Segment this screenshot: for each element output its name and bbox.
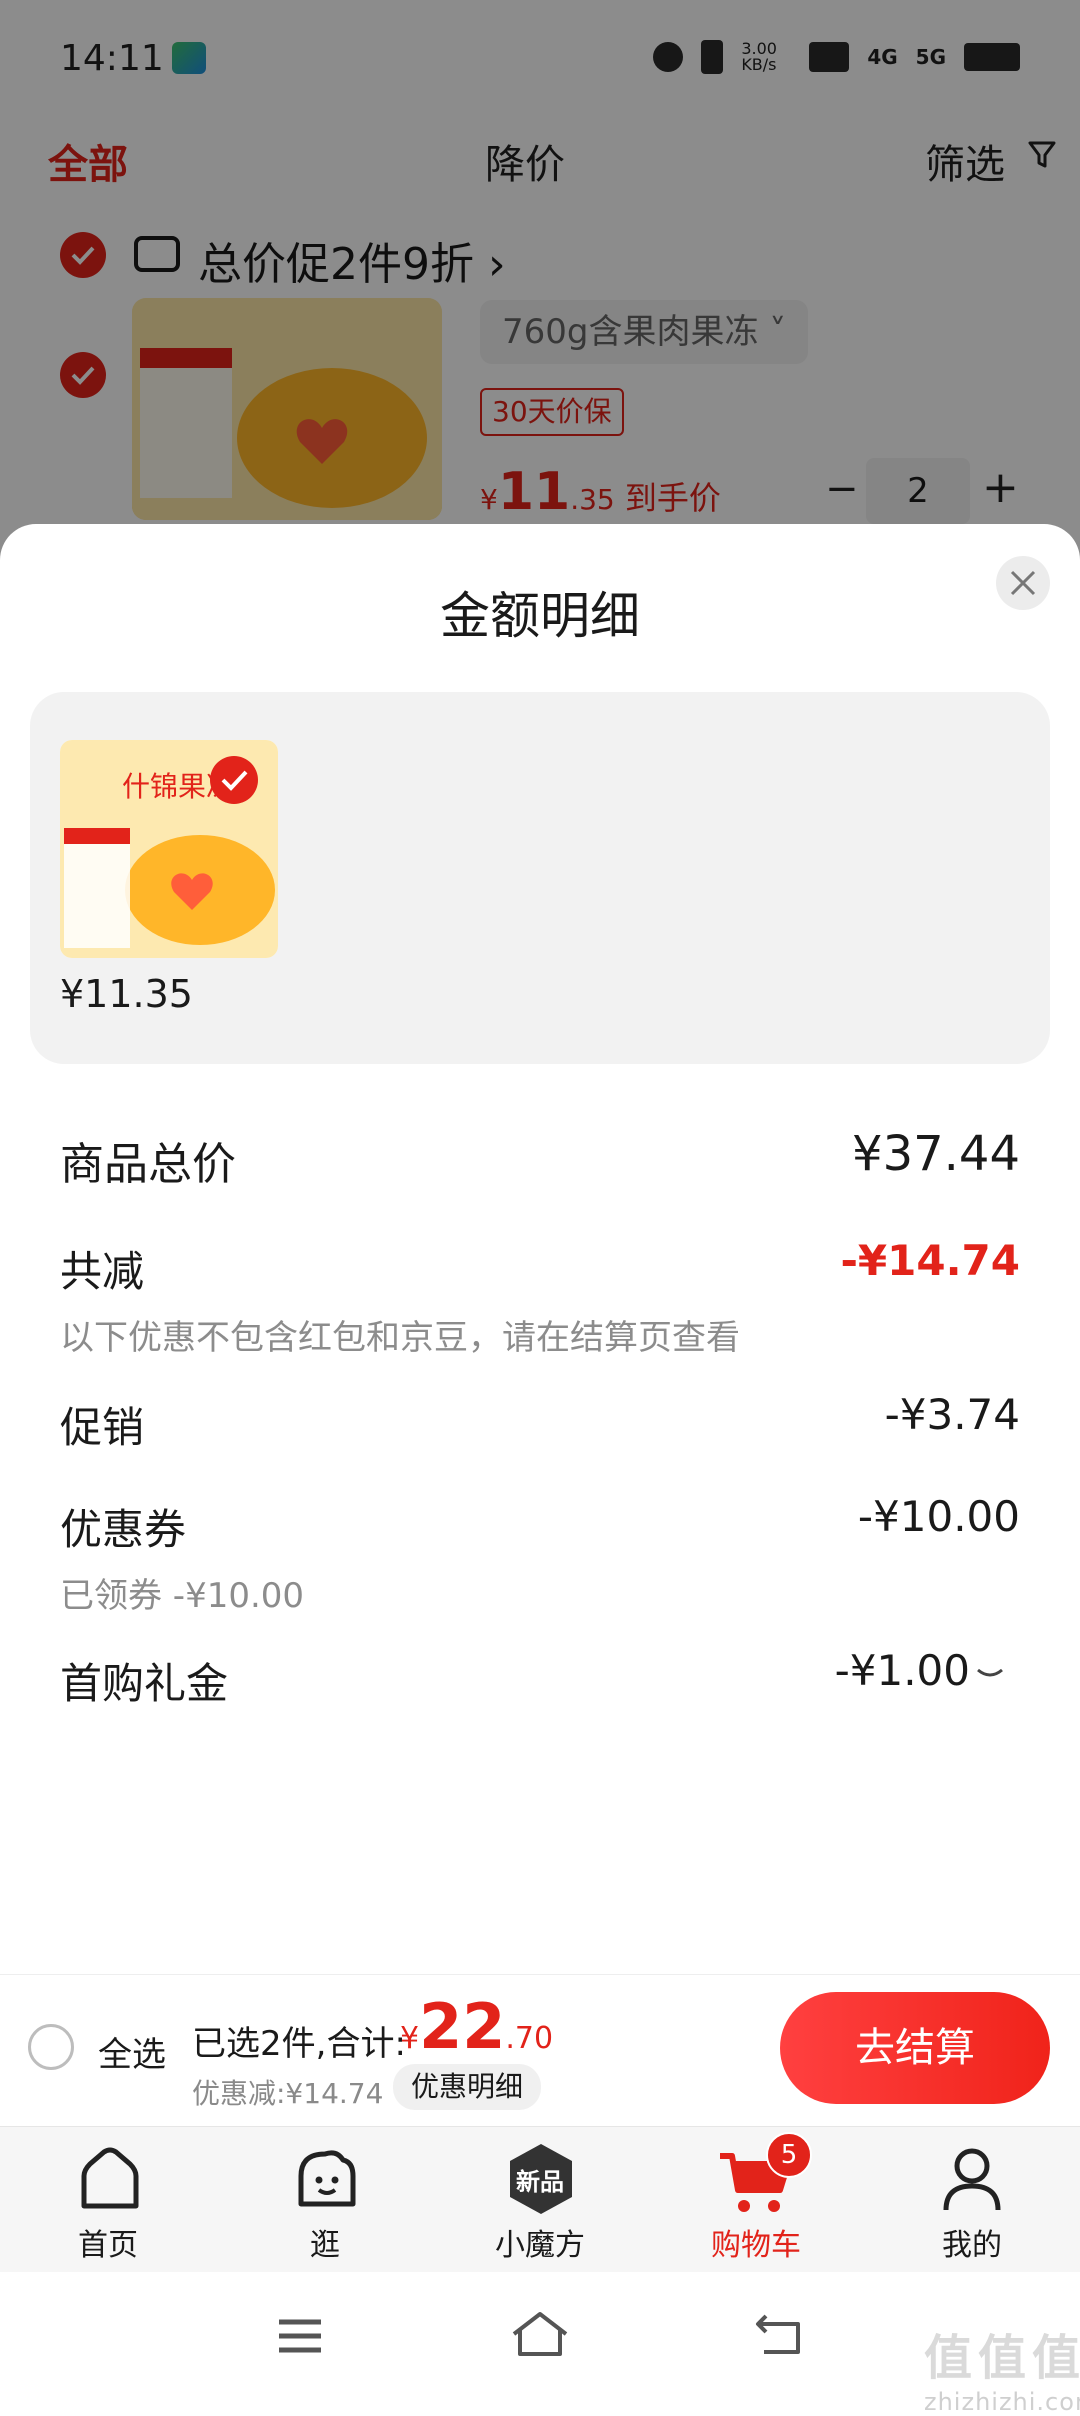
close-icon	[1010, 570, 1036, 596]
total-price-label: 商品总价	[60, 1139, 236, 1190]
tab-cart[interactable]: 购物车	[656, 2126, 856, 2272]
back-icon[interactable]	[754, 2312, 804, 2356]
cube-icon-text: 新品	[516, 2168, 564, 2196]
checkout-button[interactable]: 去结算	[780, 1992, 1050, 2104]
first-purchase-gift-label: 首购礼金	[60, 1659, 229, 1708]
reduction-note: 以下优惠不包含红包和京豆，请在结算页查看	[60, 1318, 740, 1358]
select-all-checkbox[interactable]	[28, 2024, 74, 2070]
menu-icon[interactable]	[275, 2316, 325, 2356]
home-icon	[81, 2147, 139, 2209]
total-price-value: ¥37.44	[852, 1126, 1020, 1182]
tab-cube-label: 小魔方	[495, 2228, 585, 2263]
total-reduction-value: -¥14.74	[840, 1236, 1020, 1285]
selected-item-image[interactable]: 什锦果冻	[60, 740, 278, 958]
tab-home[interactable]: 首页	[8, 2126, 208, 2272]
close-button[interactable]	[996, 556, 1050, 610]
currency-symbol: ¥	[400, 2021, 420, 2056]
watermark-small: zhizhizhi.com	[924, 2388, 1080, 2416]
sheet-title: 金额明细	[440, 587, 640, 645]
tab-browse[interactable]: 逛	[225, 2126, 425, 2272]
cart-count-badge: 5	[766, 2132, 812, 2178]
tab-home-label: 首页	[78, 2228, 138, 2263]
tab-mine[interactable]: 我的	[872, 2126, 1072, 2272]
tab-cube[interactable]: 新品 小魔方	[440, 2126, 640, 2272]
chevron-down-icon[interactable]	[975, 1666, 1005, 1684]
user-icon	[943, 2148, 1001, 2211]
selected-item-price: ¥11.35	[60, 972, 193, 1016]
watermark: 值值值 zhizhizhi.com	[924, 2318, 1080, 2416]
promotion-value: -¥3.74	[884, 1390, 1020, 1439]
coupon-label: 优惠券	[60, 1505, 187, 1554]
watermark-big: 值值值	[924, 2330, 1080, 2386]
discount-summary: 优惠减:¥14.74	[192, 2077, 384, 2110]
total-decimal: .70	[505, 2021, 554, 2056]
checkout-total: ¥22.70	[400, 1990, 553, 2063]
tab-mine-label: 我的	[942, 2228, 1002, 2263]
discount-detail-button[interactable]: 优惠明细	[393, 2064, 542, 2110]
total-reduction-label: 共减	[60, 1247, 145, 1296]
face-icon	[298, 2150, 356, 2207]
coupon-note: 已领券 -¥10.00	[60, 1576, 305, 1616]
selected-count-text: 已选2件,合计:	[192, 2024, 406, 2064]
coupon-value: -¥10.00	[857, 1492, 1020, 1541]
select-all-label[interactable]: 全选	[98, 2027, 166, 2076]
tab-cart-label: 购物车	[711, 2228, 801, 2263]
promotion-label: 促销	[60, 1403, 145, 1452]
tab-browse-label: 逛	[310, 2228, 340, 2263]
first-purchase-gift-value: -¥1.00	[834, 1646, 970, 1695]
home-nav-icon[interactable]	[510, 2310, 570, 2360]
total-integer: 22	[419, 1990, 506, 2063]
